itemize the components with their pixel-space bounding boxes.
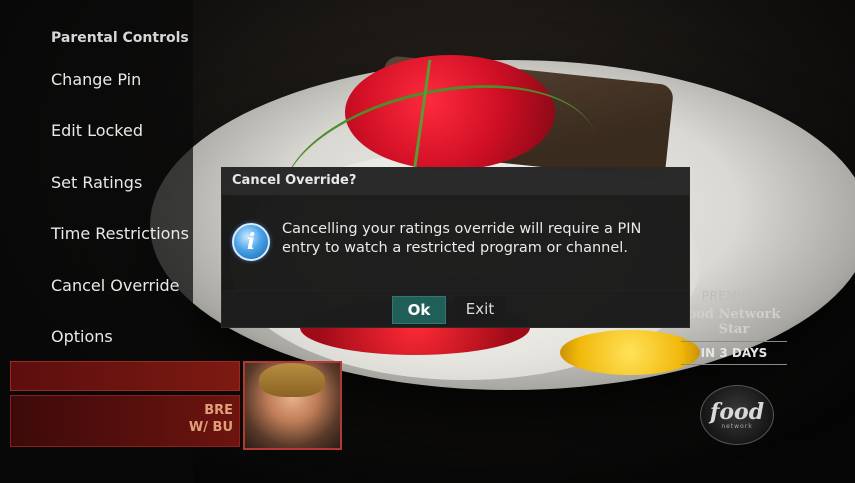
menu-item-options[interactable]: Options [51, 327, 113, 346]
promo-when: IN 3 DAYS [700, 346, 768, 360]
program-thumbnail[interactable] [243, 361, 342, 450]
food-network-logo: food network [700, 385, 774, 445]
promo-divider [681, 341, 787, 342]
menu-item-cancel-override[interactable]: Cancel Override [51, 276, 180, 295]
cancel-override-dialog: Cancel Override? i Cancelling your ratin… [221, 167, 690, 328]
tile-text-line2: W/ BU [188, 420, 233, 435]
food-yolk [560, 330, 700, 375]
promo-show-title: ood Network Star [687, 307, 781, 337]
menu-item-time-restrictions[interactable]: Time Restrictions [51, 224, 189, 243]
promo-label: PREMIERE [701, 289, 767, 303]
menu-title: Parental Controls [51, 30, 189, 46]
thumbnail-person [259, 363, 325, 397]
promo-divider-bottom [681, 364, 787, 365]
guide-tile-program[interactable]: BRE W/ BU [10, 395, 240, 447]
logo-text: food [709, 398, 765, 425]
info-icon: i [232, 223, 270, 261]
dialog-footer: Ok Exit [222, 290, 689, 327]
dialog-message: Cancelling your ratings override will re… [282, 221, 642, 256]
menu-item-set-ratings[interactable]: Set Ratings [51, 173, 142, 192]
promo-panel: PREMIERE ood Network Star IN 3 DAYS [681, 289, 787, 369]
dialog-title: Cancel Override? [232, 173, 357, 188]
guide-tile-top[interactable] [10, 361, 240, 391]
menu-item-change-pin[interactable]: Change Pin [51, 70, 141, 89]
menu-item-edit-locked[interactable]: Edit Locked [51, 121, 143, 140]
logo-subtext: network [721, 422, 753, 430]
tv-screen: Parental Controls Change Pin Edit Locked… [0, 0, 855, 483]
tile-text-line1: BRE [204, 403, 233, 418]
exit-button[interactable]: Exit [454, 296, 506, 322]
dialog-title-bar: Cancel Override? [222, 168, 689, 195]
ok-button[interactable]: Ok [392, 296, 446, 324]
